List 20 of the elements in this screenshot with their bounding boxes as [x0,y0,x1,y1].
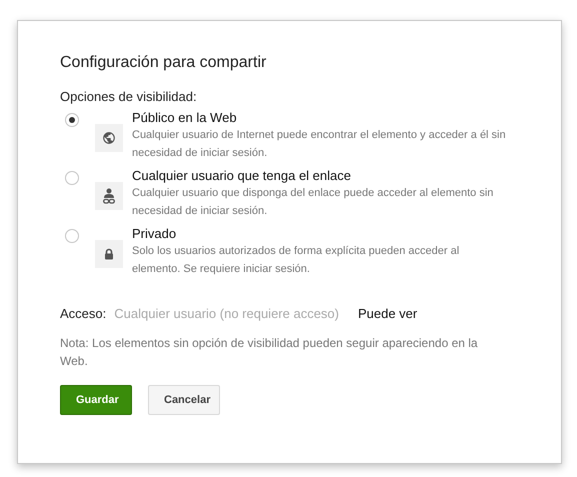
permission-value: Puede ver [358,306,418,321]
dialog-title: Configuración para compartir [60,54,268,72]
globe-icon [102,131,116,145]
access-label: Acceso: [60,306,106,321]
option-title: Privado [132,226,178,242]
cancel-button[interactable]: Cancelar [148,385,220,415]
option-description: Solo los usuarios autorizados de forma explícita pueden acceder al elemento. Se requiere iniciar sesión. [132,244,460,277]
option-title: Público en la Web [132,110,238,126]
radio-button[interactable] [65,171,79,185]
person-link-icon [103,188,115,204]
option-title: Cualquier usuario que tenga el enlace [132,168,352,184]
radio-button[interactable] [65,229,79,243]
option-description: Cualquier usuario de Internet puede encontrar el elemento y acceder a él sin necesidad de iniciar sesión. [132,128,507,161]
option-description: Cualquier usuario que disponga del enlace puede acceder al elemento sin necesidad de iniciar sesión. [132,186,494,219]
access-value: Cualquier usuario (no requiere acceso) [114,306,339,321]
section-label: Opciones de visibilidad: [60,89,198,104]
note-text: Nota: Los elementos sin opción de visibilidad pueden seguir apareciendo en la Web. [60,335,479,370]
lock-icon [104,248,114,260]
radio-button[interactable] [65,113,79,127]
save-button[interactable]: Guardar [60,385,132,415]
